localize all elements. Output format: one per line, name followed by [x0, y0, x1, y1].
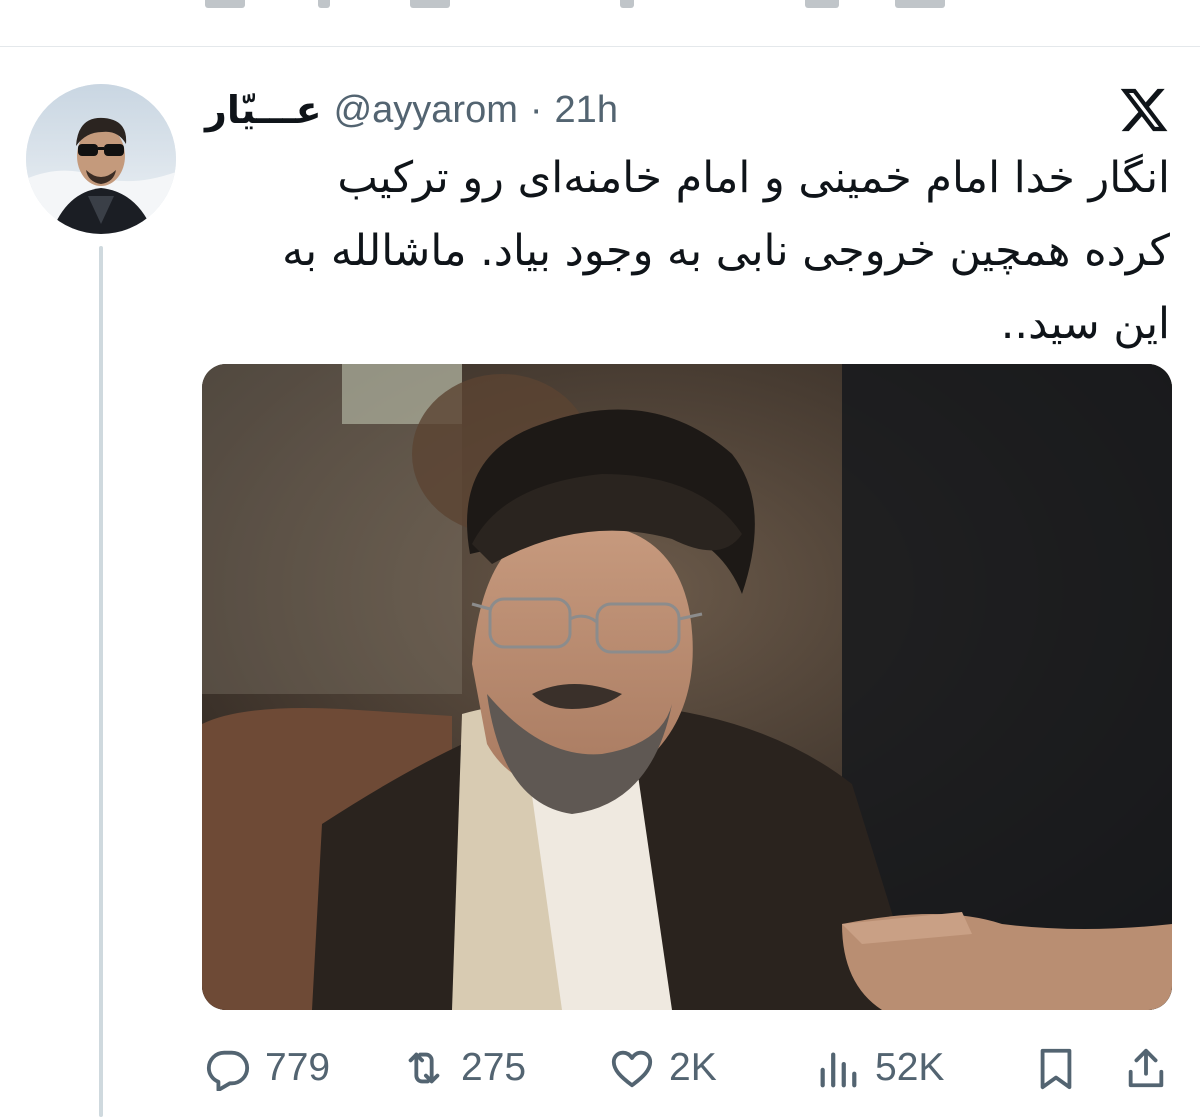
previous-tweet-actions-cutoff [0, 0, 1200, 47]
views-button[interactable]: 52K [815, 1036, 944, 1100]
repost-icon [408, 1052, 440, 1084]
heart-icon [611, 1050, 653, 1088]
tweet-text-line: انگار خدا امام خمینی و امام خامنه‌ای رو … [337, 153, 1170, 203]
avatar[interactable] [26, 84, 176, 234]
tweet-actions: 779 275 2K 52K [205, 1036, 1170, 1100]
views-icon [820, 1052, 857, 1088]
views-count: 52K [875, 1046, 945, 1089]
repost-button[interactable]: 275 [401, 1036, 526, 1100]
tweet-screenshot: عـــیّار @ayyarom · 21h انگار خدا امام خ… [0, 0, 1200, 1117]
tweet-text: انگار خدا امام خمینی و امام خامنه‌ای رو … [210, 142, 1170, 361]
repost-count: 275 [461, 1046, 527, 1089]
tweet-media-image[interactable] [202, 364, 1172, 1010]
like-count: 2K [669, 1046, 717, 1089]
tweet-header: عـــیّار @ayyarom · 21h [205, 80, 618, 140]
reply-count: 779 [265, 1046, 331, 1089]
reply-icon [206, 1050, 250, 1091]
tweet-text-line: کرده همچین خروجی نابی به وجود بیاد. ماشا… [282, 226, 1170, 276]
reply-button[interactable]: 779 [205, 1036, 330, 1100]
like-button[interactable]: 2K [609, 1036, 717, 1100]
thread-line [99, 246, 103, 1117]
tweet-timestamp[interactable]: 21h [555, 89, 618, 132]
tweet-text-line: این سید.. [1000, 299, 1170, 349]
x-logo-icon [1118, 84, 1170, 136]
author-handle[interactable]: @ayyarom [334, 89, 518, 132]
share-button[interactable] [1123, 1036, 1169, 1100]
bookmark-button[interactable] [1033, 1036, 1079, 1100]
share-icon [1128, 1048, 1164, 1088]
author-display-name[interactable]: عـــیّار [205, 88, 322, 133]
header-separator: · [529, 88, 543, 131]
bookmark-icon [1040, 1048, 1072, 1090]
